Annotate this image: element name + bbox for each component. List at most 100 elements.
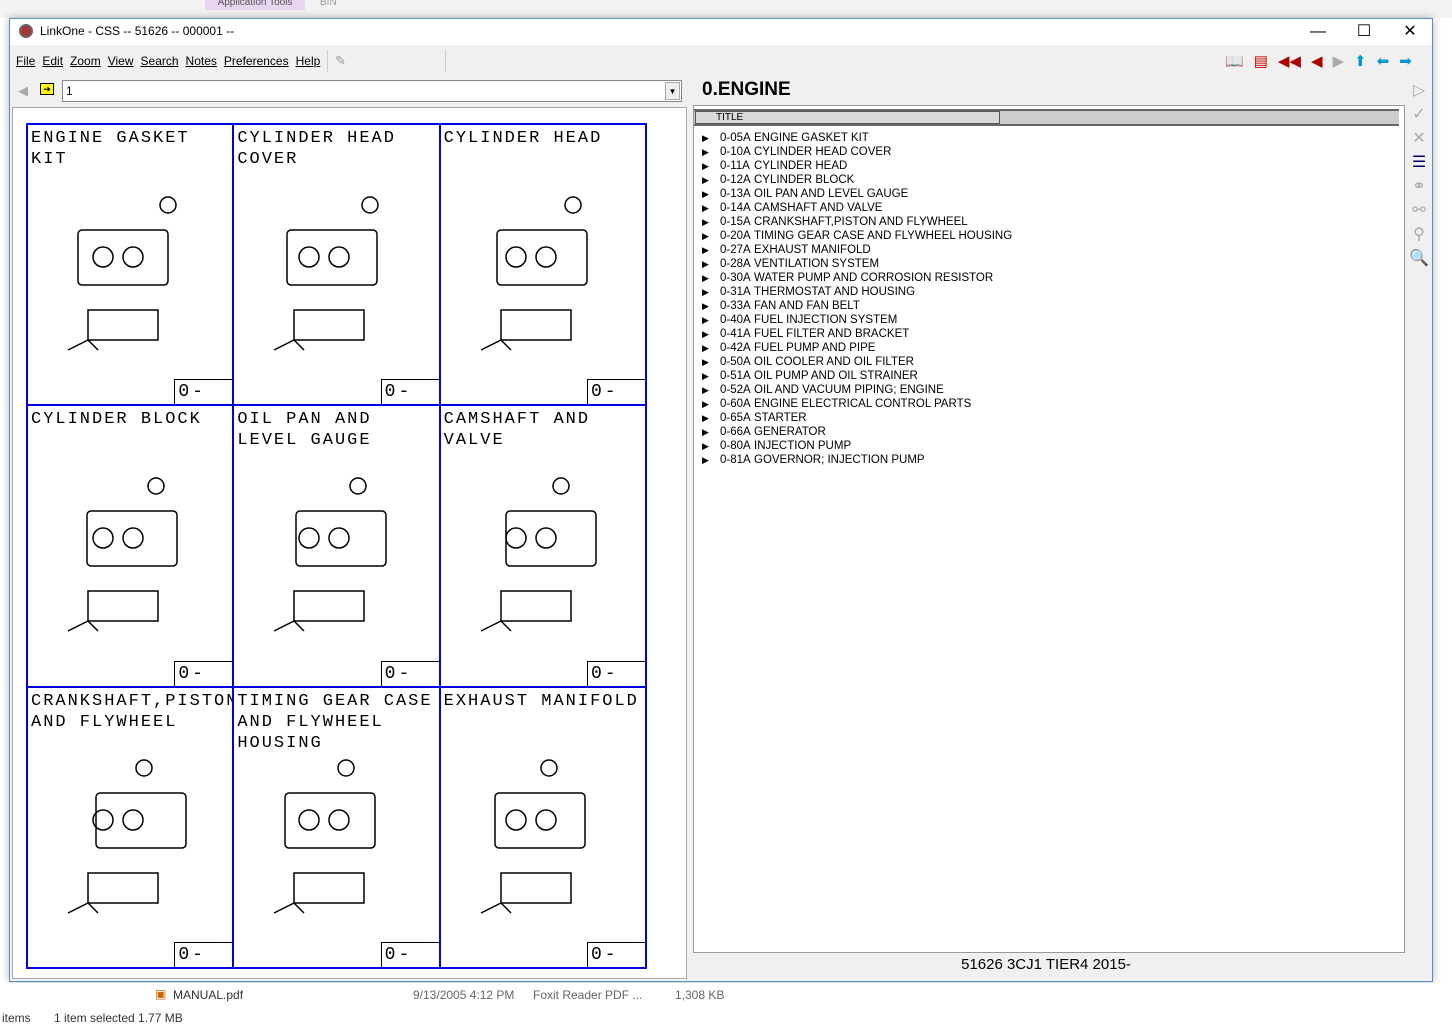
expand-icon[interactable]: ▶ xyxy=(702,439,720,453)
back-icon[interactable]: ◀ xyxy=(18,83,28,99)
list-item[interactable]: ▶0-05AENGINE GASKET KIT xyxy=(702,131,1012,145)
list-item[interactable]: ▶0-15ACRANKSHAFT,PISTON AND FLYWHEEL xyxy=(702,215,1012,229)
close-button[interactable]: ✕ xyxy=(1387,19,1433,45)
expand-icon[interactable]: ▶ xyxy=(702,299,720,313)
file-name[interactable]: MANUAL.pdf xyxy=(173,988,243,1002)
list-item[interactable]: ▶0-20ATIMING GEAR CASE AND FLYWHEEL HOUS… xyxy=(702,229,1012,243)
thumbnail-0-13[interactable]: OIL PAN AND LEVEL GAUGE 0-13 xyxy=(233,405,439,686)
expand-icon[interactable]: ▶ xyxy=(702,285,720,299)
thumbnail-0-10[interactable]: CYLINDER HEAD COVER 0-10 xyxy=(233,124,439,405)
expand-icon[interactable]: ▶ xyxy=(702,257,720,271)
thumbnail-0-14[interactable]: CAMSHAFT AND VALVE 0-14 xyxy=(440,405,646,686)
first-page-icon[interactable]: ◀◀ xyxy=(1278,52,1301,70)
ribbon-tab-bin[interactable]: BIN xyxy=(320,0,337,6)
zoom-icon[interactable]: 🔍 xyxy=(1407,247,1431,271)
list-item[interactable]: ▶0-13AOIL PAN AND LEVEL GAUGE xyxy=(702,187,1012,201)
menu-notes[interactable]: Notes xyxy=(186,48,217,74)
menu-edit[interactable]: Edit xyxy=(42,48,63,74)
list-item[interactable]: ▶0-41AFUEL FILTER AND BRACKET xyxy=(702,327,1012,341)
thumbnail-0-15[interactable]: CRANKSHAFT,PISTON AND FLYWHEEL 0-15 xyxy=(27,687,233,968)
thumbnail-0-20[interactable]: TIMING GEAR CASE AND FLYWHEEL HOUSING 0-… xyxy=(233,687,439,968)
expand-icon[interactable]: ▶ xyxy=(702,313,720,327)
expand-icon[interactable]: ▶ xyxy=(702,383,720,397)
list-item[interactable]: ▶0-11ACYLINDER HEAD xyxy=(702,159,1012,173)
list-item[interactable]: ▶0-66AGENERATOR xyxy=(702,425,1012,439)
thumbnail-code: 0-05 xyxy=(174,379,232,404)
item-title: OIL COOLER AND OIL FILTER xyxy=(754,355,914,369)
check-icon[interactable]: ✓ xyxy=(1407,103,1431,127)
expand-icon[interactable]: ▶ xyxy=(702,425,720,439)
expand-icon[interactable]: ▶ xyxy=(702,411,720,425)
list-item[interactable]: ▶0-51AOIL PUMP AND OIL STRAINER xyxy=(702,369,1012,383)
expand-icon[interactable]: ▶ xyxy=(702,173,720,187)
expand-icon[interactable]: ▶ xyxy=(702,201,720,215)
menu-file[interactable]: File xyxy=(16,48,35,74)
back-arrow-icon[interactable]: ⬅ xyxy=(1377,52,1390,70)
expand-icon[interactable]: ▶ xyxy=(702,341,720,355)
list-item[interactable]: ▶0-14ACAMSHAFT AND VALVE xyxy=(702,201,1012,215)
list-item[interactable]: ▶0-31ATHERMOSTAT AND HOUSING xyxy=(702,285,1012,299)
item-code: 0-20A xyxy=(720,229,754,243)
expand-icon[interactable]: ▶ xyxy=(702,131,720,145)
forward-arrow-icon[interactable]: ➡ xyxy=(1399,52,1412,70)
expand-icon[interactable]: ▶ xyxy=(702,229,720,243)
list-item[interactable]: ▶0-50AOIL COOLER AND OIL FILTER xyxy=(702,355,1012,369)
expand-icon[interactable]: ▶ xyxy=(702,243,720,257)
menu-search[interactable]: Search xyxy=(141,48,179,74)
expand-icon[interactable]: ▶ xyxy=(702,397,720,411)
list-item[interactable]: ▶0-40AFUEL INJECTION SYSTEM xyxy=(702,313,1012,327)
list-item[interactable]: ▶0-81AGOVERNOR; INJECTION PUMP xyxy=(702,453,1012,467)
list-item[interactable]: ▶0-33AFAN AND FAN BELT xyxy=(702,299,1012,313)
item-title: STARTER xyxy=(754,411,807,425)
menu-view[interactable]: View xyxy=(108,48,134,74)
expand-icon[interactable]: ▶ xyxy=(702,187,720,201)
list-item[interactable]: ▶0-12ACYLINDER BLOCK xyxy=(702,173,1012,187)
list-item[interactable]: ▶0-60AENGINE ELECTRICAL CONTROL PARTS xyxy=(702,397,1012,411)
expand-icon[interactable]: ▶ xyxy=(702,369,720,383)
menu-preferences[interactable]: Preferences xyxy=(224,48,289,74)
prev-page-icon[interactable]: ◀ xyxy=(1311,52,1323,70)
next-page-icon[interactable]: ▶ xyxy=(1333,52,1345,70)
expand-icon[interactable]: ▶ xyxy=(702,145,720,159)
minimize-button[interactable]: — xyxy=(1295,19,1341,45)
list-item[interactable]: ▶0-42AFUEL PUMP AND PIPE xyxy=(702,341,1012,355)
expand-icon[interactable]: ▶ xyxy=(702,271,720,285)
explorer-area: ▣ MANUAL.pdf 9/13/2005 4:12 PM Foxit Rea… xyxy=(0,983,1452,1031)
link-icon[interactable]: ⚭ xyxy=(1407,175,1431,199)
play-icon[interactable]: ▷ xyxy=(1407,79,1431,103)
page-combo[interactable]: 1▼ xyxy=(62,80,682,102)
column-header-title[interactable]: TITLE xyxy=(695,111,1000,124)
expand-icon[interactable]: ▶ xyxy=(702,327,720,341)
item-title: CYLINDER HEAD xyxy=(754,159,847,173)
list-item[interactable]: ▶0-28AVENTILATION SYSTEM xyxy=(702,257,1012,271)
thumbnail-0-11[interactable]: CYLINDER HEAD 0-11 xyxy=(440,124,646,405)
binoculars-icon[interactable]: ⚲ xyxy=(1407,223,1431,247)
list-item[interactable]: ▶0-80AINJECTION PUMP xyxy=(702,439,1012,453)
chevron-down-icon[interactable]: ▼ xyxy=(665,82,680,100)
pin-icon[interactable]: ✎ xyxy=(335,53,346,69)
expand-icon[interactable]: ▶ xyxy=(702,453,720,467)
list-item[interactable]: ▶0-27AEXHAUST MANIFOLD xyxy=(702,243,1012,257)
item-code: 0-15A xyxy=(720,215,754,229)
pages-icon[interactable]: ▤ xyxy=(1254,52,1268,70)
thumbnail-0-12[interactable]: CYLINDER BLOCK 0-12 xyxy=(27,405,233,686)
go-icon[interactable]: ➜ xyxy=(40,83,54,95)
thumbnail-0-27[interactable]: EXHAUST MANIFOLD 0-27 xyxy=(440,687,646,968)
x-icon[interactable]: ✕ xyxy=(1407,127,1431,151)
thumbnail-0-05[interactable]: ENGINE GASKET KIT 0-05 xyxy=(27,124,233,405)
book-icon[interactable]: 📖 xyxy=(1225,52,1244,70)
menu-help[interactable]: Help xyxy=(296,48,321,74)
up-arrow-icon[interactable]: ⬆ xyxy=(1354,52,1367,70)
maximize-button[interactable]: ☐ xyxy=(1341,19,1387,45)
list-item[interactable]: ▶0-10ACYLINDER HEAD COVER xyxy=(702,145,1012,159)
unlink-icon[interactable]: ⚯ xyxy=(1407,199,1431,223)
list-item[interactable]: ▶0-65ASTARTER xyxy=(702,411,1012,425)
expand-icon[interactable]: ▶ xyxy=(702,159,720,173)
expand-icon[interactable]: ▶ xyxy=(702,215,720,229)
list-item[interactable]: ▶0-52AOIL AND VACUUM PIPING; ENGINE xyxy=(702,383,1012,397)
ribbon-tab-application-tools[interactable]: Application Tools xyxy=(205,0,305,10)
menu-zoom[interactable]: Zoom xyxy=(70,48,101,74)
list-item[interactable]: ▶0-30AWATER PUMP AND CORROSION RESISTOR xyxy=(702,271,1012,285)
list-icon[interactable]: ☰ xyxy=(1407,151,1431,175)
expand-icon[interactable]: ▶ xyxy=(702,355,720,369)
